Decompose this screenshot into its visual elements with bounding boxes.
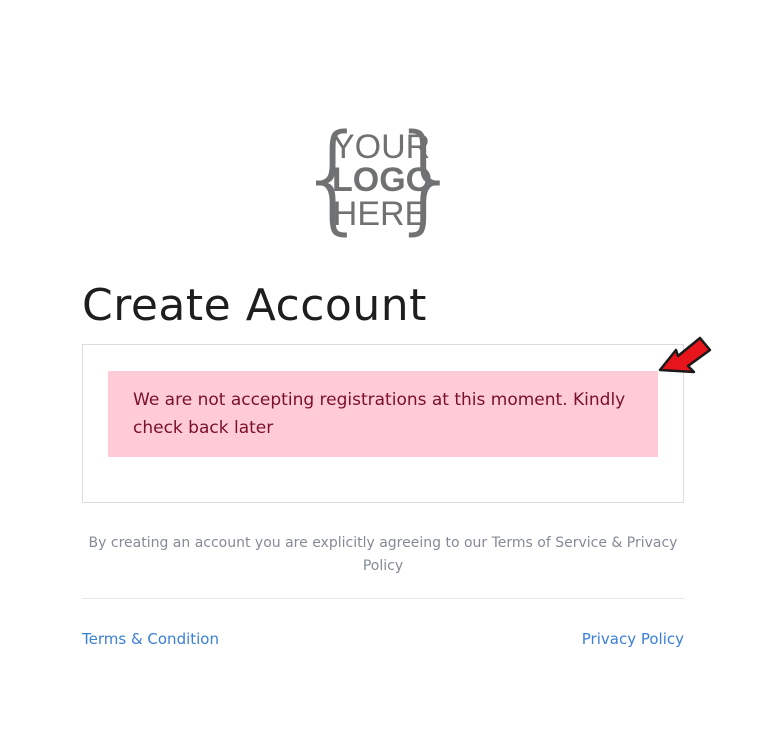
registration-closed-alert: We are not accepting registrations at th…: [108, 371, 658, 457]
logo: { YOUR LOGO HERE }: [296, 118, 464, 242]
registration-card: We are not accepting registrations at th…: [82, 344, 684, 503]
footer-divider: [82, 598, 684, 599]
page-title: Create Account: [82, 280, 427, 331]
privacy-policy-link[interactable]: Privacy Policy: [582, 628, 684, 650]
terms-and-condition-link[interactable]: Terms & Condition: [82, 628, 219, 650]
alert-message: We are not accepting registrations at th…: [133, 390, 626, 438]
logo-right-brace: }: [388, 108, 464, 246]
terms-agreement-text: By creating an account you are explicitl…: [88, 535, 678, 574]
red-arrow-icon: [658, 336, 712, 374]
